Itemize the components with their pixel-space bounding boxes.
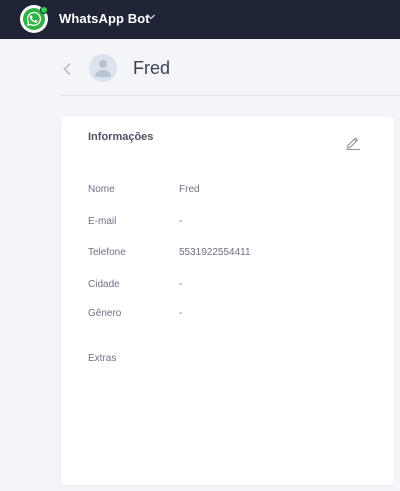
info-card: Informações Nome Fred E-mail - Telefone … [61,117,394,485]
contact-name: Fred [133,58,171,78]
app-title[interactable]: WhatsApp Bot [59,11,150,26]
field-value-email: - [179,216,183,227]
contact-header: Fred [60,40,400,96]
app-logo[interactable] [20,5,48,33]
field-label-telefone: Telefone [88,247,126,258]
extras-label: Extras [88,353,117,364]
user-icon [95,60,111,77]
top-bar: WhatsApp Bot [0,0,400,39]
pencil-icon[interactable] [345,134,361,150]
field-label-genero: Gênero [88,308,122,319]
field-label-email: E-mail [88,216,117,227]
field-value-nome: Fred [179,184,200,195]
field-label-nome: Nome [88,184,115,195]
avatar [89,54,117,82]
card-title: Informações [88,131,154,143]
chevron-down-icon[interactable] [146,12,156,22]
chevron-left-icon[interactable] [62,62,72,76]
field-label-cidade: Cidade [88,279,120,290]
field-value-cidade: - [179,279,183,290]
field-value-telefone: 5531922554411 [179,247,251,258]
field-value-genero: - [179,308,183,319]
online-status-dot [40,6,48,14]
